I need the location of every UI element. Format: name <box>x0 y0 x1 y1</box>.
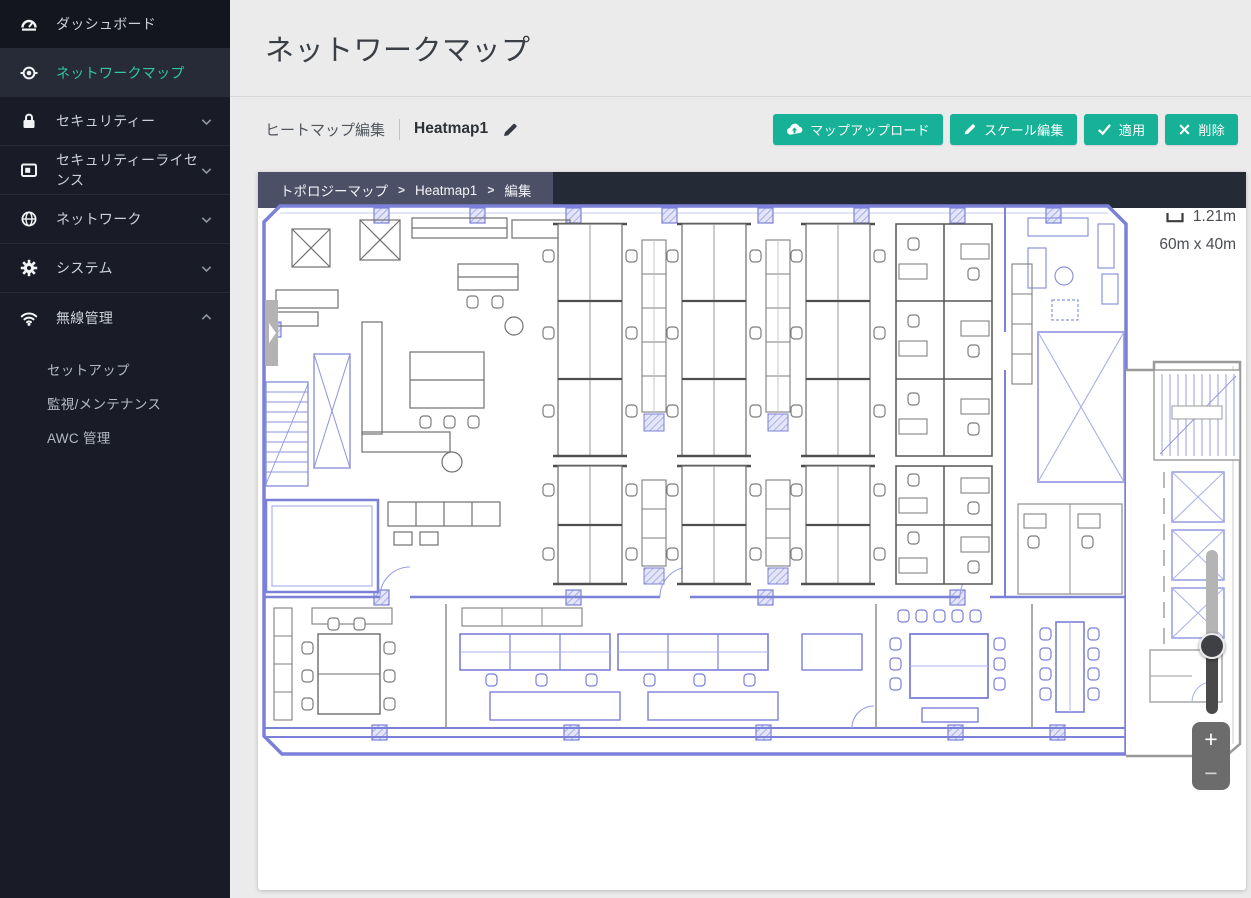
scale-ruler-icon <box>1166 212 1184 223</box>
check-icon <box>1097 122 1112 136</box>
gear-icon <box>19 259 39 277</box>
plan-blue-room <box>266 500 378 592</box>
apply-button[interactable]: 適用 <box>1084 114 1159 145</box>
breadcrumb-heatmap1[interactable]: Heatmap1 <box>415 183 477 198</box>
sidebar-item-wireless-management[interactable]: 無線管理 <box>0 293 230 342</box>
toolbar-divider <box>399 119 400 140</box>
rename-pencil-icon[interactable] <box>502 121 519 138</box>
button-label: スケール編集 <box>984 120 1064 139</box>
breadcrumb-topology-map[interactable]: トポロジーマップ <box>280 180 388 200</box>
sidebar-item-dashboard[interactable]: ダッシュボード <box>0 0 230 48</box>
sidebar-subitem-monitoring[interactable]: 監視/メンテナンス <box>0 386 230 420</box>
sidebar-item-network[interactable]: ネットワーク <box>0 195 230 244</box>
floor-plan-image[interactable] <box>262 204 1243 761</box>
wifi-icon <box>19 309 39 327</box>
chevron-down-icon <box>199 114 214 129</box>
sidebar-subitem-awc[interactable]: AWC 管理 <box>0 420 230 454</box>
map-name-label: Heatmap1 <box>414 120 488 138</box>
license-icon <box>19 161 39 179</box>
map-upload-button[interactable]: マップアップロード <box>773 114 943 145</box>
plan-right-stairwell <box>1154 370 1240 460</box>
gauge-icon <box>19 15 39 33</box>
sidebar-item-label: 無線管理 <box>56 308 199 328</box>
map-panel: トポロジーマップ > Heatmap1 > 編集 <box>258 172 1246 890</box>
sidebar-item-security-license[interactable]: セキュリティーライセンス <box>0 146 230 195</box>
button-label: マップアップロード <box>810 120 930 139</box>
breadcrumb-separator: > <box>398 183 405 197</box>
heatmap-edit-label: ヒートマップ編集 <box>265 119 385 140</box>
sidebar-item-label: ネットワークマップ <box>56 63 214 83</box>
plan-void-shaft <box>1038 332 1124 482</box>
sidebar-item-network-map[interactable]: ネットワークマップ <box>0 48 230 97</box>
sidebar-subitem-setup[interactable]: セットアップ <box>0 352 230 386</box>
scale-indicator: 1.21m 60m x 40m <box>1159 208 1236 254</box>
plan-side-tab <box>265 300 278 366</box>
sidebar-item-system[interactable]: システム <box>0 244 230 293</box>
chevron-up-icon <box>199 310 214 325</box>
chevron-down-icon <box>199 261 214 276</box>
delete-button[interactable]: 削除 <box>1165 114 1238 145</box>
map-dimensions: 60m x 40m <box>1159 236 1236 254</box>
chevron-down-icon <box>199 163 214 178</box>
page-header: ネットワークマップ <box>230 0 1251 97</box>
zoom-slider-track-upper[interactable] <box>1206 550 1218 646</box>
x-icon <box>1178 123 1191 136</box>
sidebar: ダッシュボード ネットワークマップ セキュリティー セキュリティーライセンス ネ… <box>0 0 230 898</box>
sidebar-submenu: セットアップ 監視/メンテナンス AWC 管理 <box>0 342 230 454</box>
button-label: 適用 <box>1119 120 1146 139</box>
sidebar-item-label: ダッシュボード <box>56 14 214 34</box>
zoom-slider[interactable] <box>1204 550 1220 716</box>
zoom-slider-thumb[interactable] <box>1199 633 1225 659</box>
toolbar-buttons: マップアップロード スケール編集 適用 削除 <box>773 114 1238 145</box>
breadcrumb-bar: トポロジーマップ > Heatmap1 > 編集 <box>258 172 1246 208</box>
plan-desk-clusters-upper <box>543 224 992 456</box>
cloud-upload-icon <box>786 122 803 137</box>
chevron-down-icon <box>199 212 214 227</box>
lock-icon <box>19 112 39 130</box>
zoom-out-button[interactable]: − <box>1192 756 1230 790</box>
target-icon <box>19 64 39 82</box>
globe-icon <box>19 210 39 228</box>
page-title: ネットワークマップ <box>265 27 531 69</box>
sidebar-item-security[interactable]: セキュリティー <box>0 97 230 146</box>
zoom-buttons: + − <box>1192 722 1230 790</box>
plan-desk-clusters-lower <box>543 466 992 584</box>
breadcrumb: トポロジーマップ > Heatmap1 > 編集 <box>258 172 553 208</box>
pencil-icon <box>963 122 977 136</box>
button-label: 削除 <box>1198 120 1225 139</box>
scale-value: 1.21m <box>1193 208 1236 226</box>
sidebar-item-label: セキュリティーライセンス <box>56 150 199 190</box>
toolbar-left: ヒートマップ編集 Heatmap1 <box>265 119 519 140</box>
sidebar-item-label: セキュリティー <box>56 111 199 131</box>
breadcrumb-separator: > <box>487 183 494 197</box>
breadcrumb-edit[interactable]: 編集 <box>504 180 531 200</box>
scale-edit-button[interactable]: スケール編集 <box>950 114 1077 145</box>
sidebar-item-label: システム <box>56 258 199 278</box>
sidebar-item-label: ネットワーク <box>56 209 199 229</box>
main-content: ネットワークマップ ヒートマップ編集 Heatmap1 マップアップロード スケ… <box>230 0 1251 898</box>
zoom-in-button[interactable]: + <box>1192 722 1230 756</box>
heatmap-toolbar: ヒートマップ編集 Heatmap1 マップアップロード スケール編集 適用 <box>230 98 1251 160</box>
